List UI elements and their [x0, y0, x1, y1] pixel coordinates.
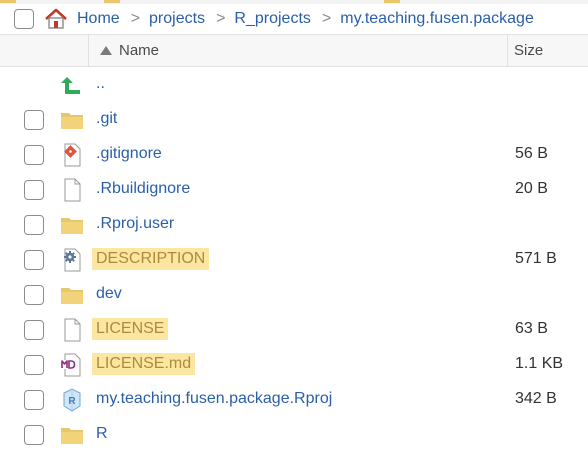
file-size: 20 B	[515, 180, 548, 197]
row-checkbox[interactable]	[24, 285, 44, 305]
folder-icon	[61, 288, 83, 304]
file-size: 1.1 KB	[515, 355, 564, 372]
row-checkbox[interactable]	[24, 320, 44, 340]
column-divider	[88, 35, 89, 66]
file-size: 63 B	[515, 320, 548, 337]
file-row[interactable]: .Rbuildignore 20 B	[0, 172, 588, 207]
svg-text:R: R	[68, 396, 76, 407]
file-icon	[64, 178, 81, 202]
folder-icon	[61, 428, 83, 444]
row-checkbox[interactable]	[24, 425, 44, 445]
file-name[interactable]: .gitignore	[96, 145, 162, 163]
file-row[interactable]: R	[0, 417, 588, 452]
file-row[interactable]: dev	[0, 277, 588, 312]
file-row[interactable]: .Rproj.user	[0, 207, 588, 242]
breadcrumb-separator: >	[216, 10, 226, 27]
file-name[interactable]: R	[96, 425, 108, 443]
file-size: 56 B	[515, 145, 548, 162]
file-row[interactable]: .git	[0, 102, 588, 137]
file-icon	[64, 318, 81, 342]
file-name[interactable]: .Rbuildignore	[96, 180, 190, 198]
file-row[interactable]: .gitignore 56 B	[0, 137, 588, 172]
breadcrumb-current-folder[interactable]: my.teaching.fusen.package	[340, 10, 534, 28]
file-name[interactable]: .git	[96, 110, 117, 128]
file-name[interactable]: dev	[96, 285, 122, 303]
breadcrumb: Home > projects > R_projects > my.teachi…	[0, 4, 588, 35]
file-size: 342 B	[515, 390, 557, 407]
file-name[interactable]: LICENSE.md	[92, 353, 196, 375]
breadcrumb-projects[interactable]: projects	[149, 10, 205, 28]
file-row[interactable]: LICENSE 63 B	[0, 312, 588, 347]
row-checkbox[interactable]	[24, 215, 44, 235]
home-icon[interactable]	[44, 7, 68, 31]
files-pane: Home > projects > R_projects > my.teachi…	[0, 0, 588, 454]
select-all-checkbox[interactable]	[14, 9, 34, 29]
folder-fragment-icon	[384, 0, 400, 3]
folder-fragment-icon	[0, 0, 16, 3]
column-divider	[507, 35, 508, 66]
row-checkbox[interactable]	[24, 250, 44, 270]
rproj-file-icon: R	[63, 388, 81, 412]
file-name[interactable]: ..	[96, 75, 105, 93]
file-name[interactable]: LICENSE	[92, 318, 169, 340]
folder-fragment-icon	[104, 0, 120, 3]
markdown-file-icon	[61, 353, 81, 377]
file-list-header: Name Size	[0, 35, 588, 67]
gear-file-icon	[64, 248, 81, 272]
file-size: 571 B	[515, 250, 557, 267]
file-name[interactable]: my.teaching.fusen.package.Rproj	[96, 390, 332, 408]
row-checkbox[interactable]	[24, 355, 44, 375]
up-arrow-icon	[61, 77, 80, 94]
file-row[interactable]: DESCRIPTION 571 B	[0, 242, 588, 277]
name-column-header[interactable]: Name	[119, 42, 159, 59]
breadcrumb-separator: >	[130, 10, 141, 27]
row-checkbox[interactable]	[24, 180, 44, 200]
breadcrumb-r-projects[interactable]: R_projects	[234, 10, 310, 28]
row-checkbox[interactable]	[24, 110, 44, 130]
sort-ascending-icon[interactable]	[100, 46, 112, 55]
git-file-icon	[64, 143, 81, 167]
row-checkbox[interactable]	[24, 145, 44, 165]
file-row[interactable]: R my.teaching.fusen.package.Rproj 342 B	[0, 382, 588, 417]
row-checkbox[interactable]	[24, 390, 44, 410]
breadcrumb-separator: >	[321, 10, 332, 27]
file-name[interactable]: .Rproj.user	[96, 215, 174, 233]
size-column-header[interactable]: Size	[514, 42, 543, 59]
breadcrumb-home[interactable]: Home	[77, 10, 120, 28]
file-name[interactable]: DESCRIPTION	[92, 248, 210, 270]
file-list: .. .git .gitignore 56 B .Rbuildignore 20…	[0, 67, 588, 452]
folder-icon	[61, 113, 83, 129]
file-row[interactable]: LICENSE.md 1.1 KB	[0, 347, 588, 382]
folder-icon	[61, 218, 83, 234]
file-row-parent[interactable]: ..	[0, 67, 588, 102]
